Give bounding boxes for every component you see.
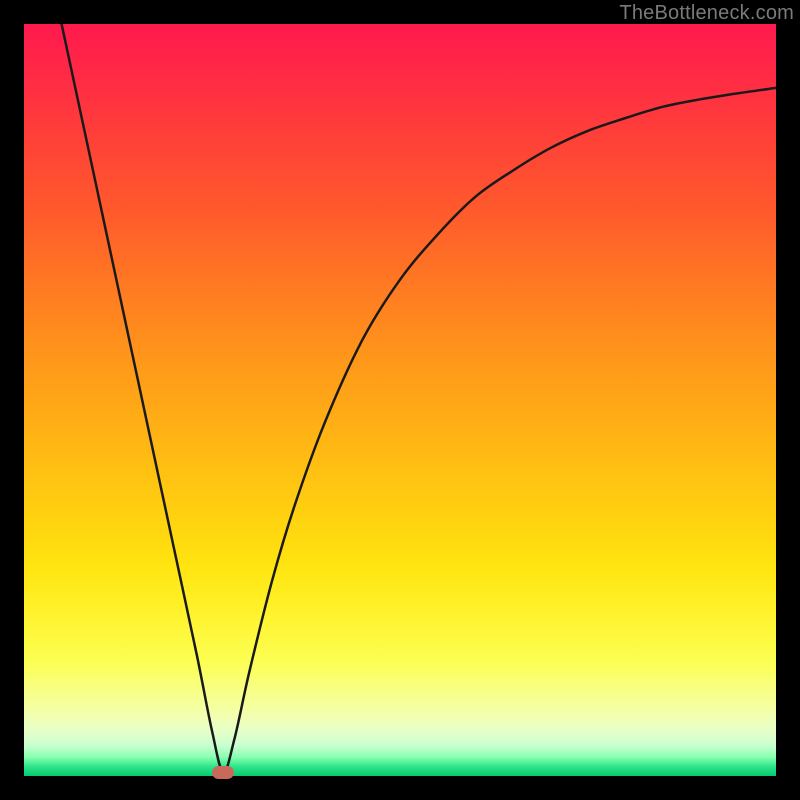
plot-area [24,24,776,776]
minimum-marker [212,766,234,779]
watermark-text: TheBottleneck.com [619,2,794,25]
bottleneck-curve [24,24,776,776]
chart-frame: TheBottleneck.com [0,0,800,800]
